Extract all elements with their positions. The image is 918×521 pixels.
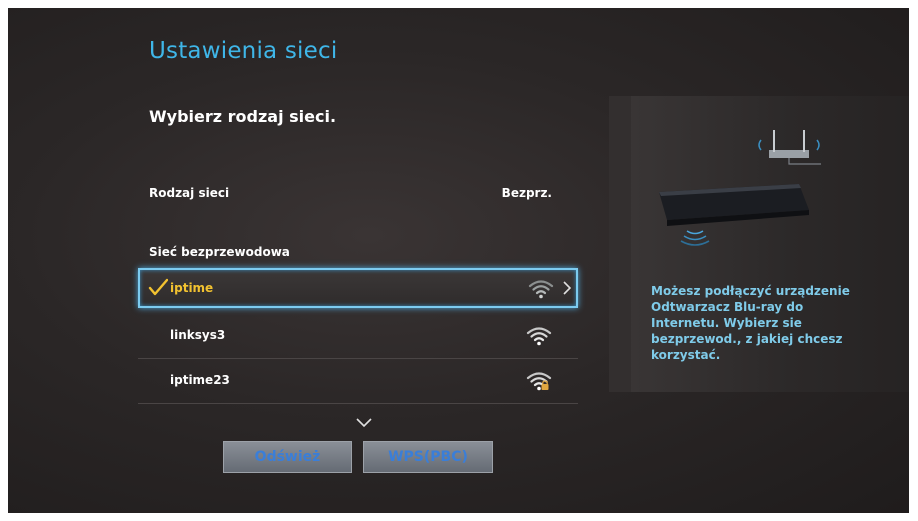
network-list: iptime linksys3 iptime23 [138, 268, 578, 404]
network-name: iptime [170, 281, 214, 295]
wifi-locked-icon [526, 372, 552, 391]
network-type-row[interactable]: Rodzaj sieci Bezprz. [149, 186, 552, 206]
network-item-iptime23[interactable]: iptime23 [138, 359, 578, 404]
checkmark-icon [148, 278, 168, 296]
tv-screen: Ustawienia sieci Wybierz rodzaj sieci. R… [8, 8, 909, 513]
wireless-group-label: Sieć bezprzewodowa [149, 245, 290, 259]
prompt-heading: Wybierz rodzaj sieci. [149, 107, 337, 126]
refresh-button[interactable]: Odśwież [223, 441, 352, 473]
page-title: Ustawienia sieci [149, 38, 338, 64]
network-item-iptime[interactable]: iptime [138, 268, 578, 308]
panel-shade [609, 96, 631, 392]
wifi-icon [528, 280, 554, 299]
chevron-right-icon [563, 281, 572, 295]
network-type-value: Bezprz. [501, 186, 552, 200]
network-name: linksys3 [170, 328, 226, 342]
wps-button[interactable]: WPS(PBC) [363, 441, 493, 473]
network-name: iptime23 [170, 373, 230, 387]
network-type-label: Rodzaj sieci [149, 186, 230, 200]
bluray-router-illustration [659, 130, 821, 246]
help-text: Możesz podłączyć urządzenie Odtwarzacz B… [651, 284, 850, 362]
chevron-down-icon[interactable] [355, 417, 373, 429]
network-item-linksys3[interactable]: linksys3 [138, 314, 578, 359]
wifi-icon [526, 327, 552, 346]
